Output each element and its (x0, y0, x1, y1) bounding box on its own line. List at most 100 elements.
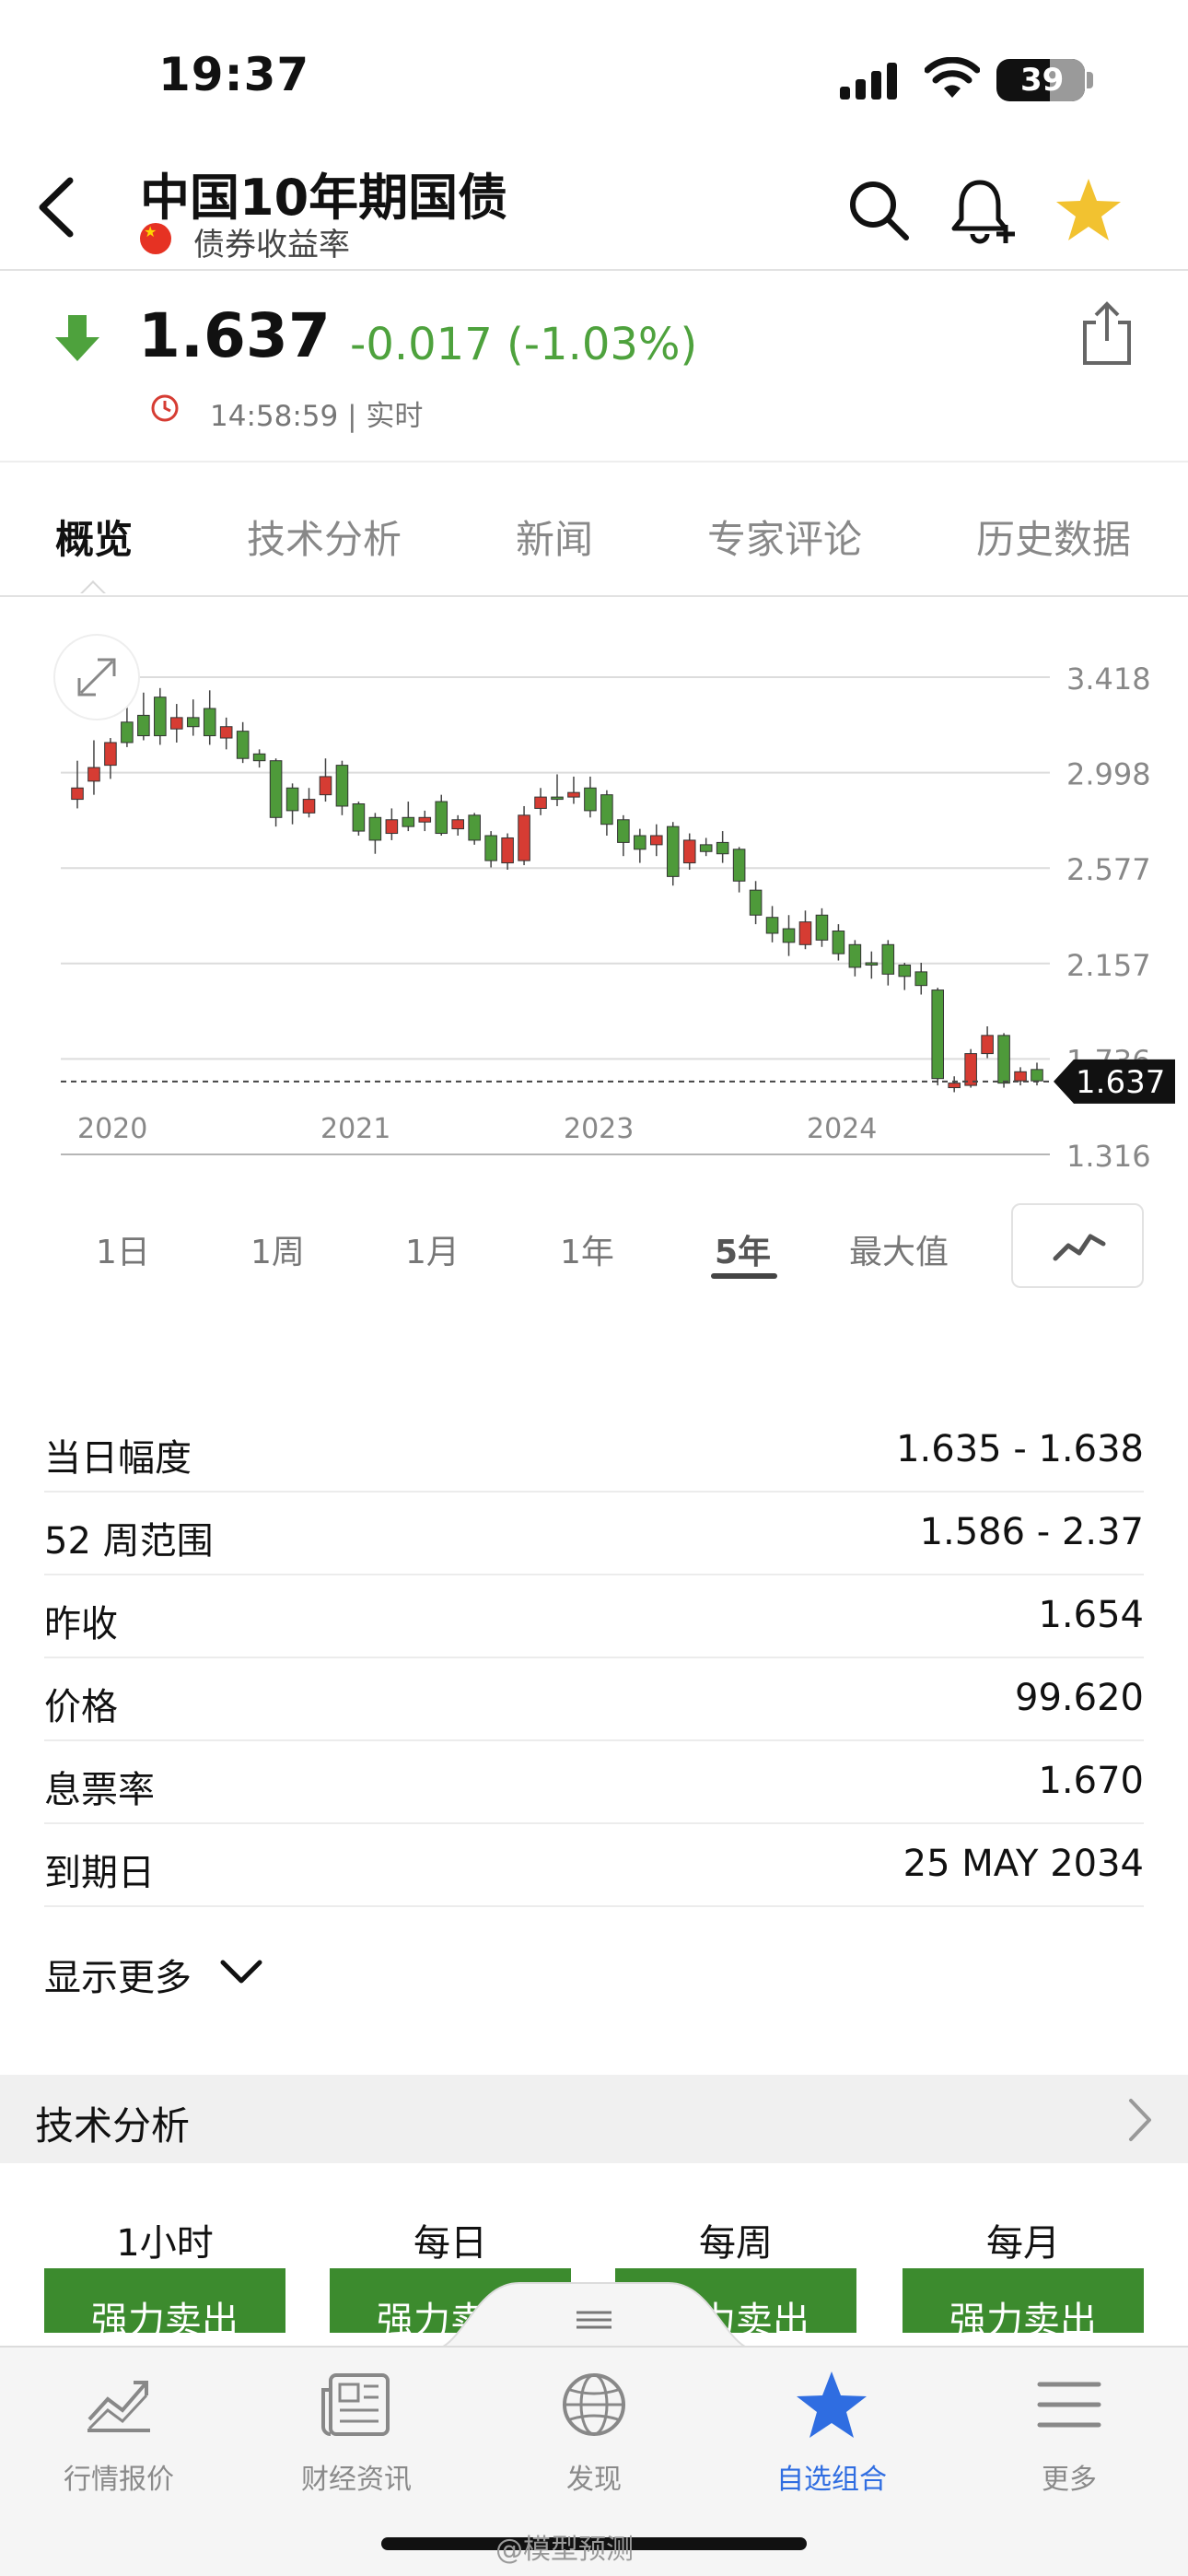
candle-body (567, 791, 580, 798)
stat-value: 1.635 - 1.638 (896, 1428, 1144, 1470)
x-tick-label: 2023 (564, 1113, 634, 1145)
stat-label: 息票率 (44, 1769, 155, 1811)
tabbar-label: 财经资讯 (301, 2464, 412, 2496)
bell-plus-icon[interactable] (949, 175, 1019, 245)
quote-timestamp: 14:58:59 | 实时 (210, 400, 424, 433)
candle-body (832, 931, 845, 954)
menu-icon (1037, 2382, 1101, 2428)
signal-text: 强力卖出 (949, 2300, 1097, 2333)
candle-body (749, 889, 763, 916)
chart-trend-icon (87, 2381, 150, 2432)
range-1d[interactable]: 1日 (96, 1225, 150, 1273)
chevron-right-icon (1129, 2099, 1151, 2141)
candle-body (418, 816, 432, 823)
signal-text: 强力卖出 (91, 2300, 239, 2333)
stat-value: 1.586 - 2.37 (919, 1511, 1144, 1553)
tab-overview[interactable]: 概览 (55, 509, 133, 565)
y-tick-label: 2.157 (1066, 948, 1151, 983)
signal-badge: 强力卖出 (903, 2268, 1144, 2333)
candle-body (285, 787, 299, 812)
range-max[interactable]: 最大值 (849, 1225, 949, 1273)
candle-body (137, 714, 150, 737)
tab-technical[interactable]: 技术分析 (247, 509, 402, 565)
share-icon[interactable] (1077, 300, 1136, 367)
candle-body (236, 731, 250, 759)
timeframe-monthly[interactable]: 每月 (903, 2213, 1144, 2266)
tabbar-quotes[interactable]: 行情报价 (0, 2348, 238, 2513)
timeframe-1h[interactable]: 1小时 (44, 2213, 285, 2266)
range-1m[interactable]: 1月 (405, 1225, 460, 1273)
candle-body (584, 787, 597, 812)
price-change: -0.017 (-1.03%) (350, 319, 698, 370)
candle-body (368, 816, 382, 841)
tabbar-discover[interactable]: 发现 (475, 2348, 713, 2513)
tabbar-watchlist[interactable]: 自选组合 (713, 2348, 950, 2513)
candle-body (948, 1083, 961, 1089)
expand-arrows-icon[interactable] (55, 636, 138, 719)
status-bar: 19:37 39 (0, 0, 1188, 147)
candle-body (435, 801, 448, 835)
candle-body (302, 799, 316, 814)
instrument-subtitle: 债券收益率 (193, 227, 350, 263)
candle-body (352, 803, 366, 832)
tabbar-label: 自选组合 (776, 2464, 887, 2496)
candle-body (1031, 1069, 1043, 1082)
candle-body (71, 787, 84, 801)
candle-body (170, 717, 183, 730)
candle-body (716, 841, 729, 855)
candle-body (666, 825, 680, 877)
candle-body (484, 835, 497, 861)
candle-body (914, 971, 928, 987)
star-icon (797, 2371, 867, 2438)
y-tick-label: 1.316 (1066, 1139, 1151, 1174)
clock-icon (151, 394, 179, 422)
candle-body (1014, 1071, 1027, 1082)
candle-body (848, 943, 862, 968)
tab-expert-comments[interactable]: 专家评论 (707, 509, 862, 565)
line-chart-icon (1053, 1234, 1106, 1261)
stat-label: 52 周范围 (44, 1520, 214, 1563)
candle-body (551, 796, 564, 801)
stat-value: 25 MAY 2034 (903, 1843, 1144, 1885)
active-range-underline (711, 1273, 777, 1279)
tabbar-news[interactable]: 财经资讯 (238, 2348, 475, 2513)
stat-label: 到期日 (44, 1852, 155, 1894)
timeframe-daily[interactable]: 每日 (330, 2213, 571, 2266)
x-tick-label: 2020 (77, 1113, 147, 1145)
technical-summary-header[interactable]: 技术分析 (0, 2075, 1188, 2163)
battery-tip (1087, 72, 1093, 88)
battery-level: 39 (1020, 62, 1065, 99)
candle-body (468, 814, 481, 841)
tabbar-more[interactable]: 更多 (950, 2348, 1188, 2513)
price-chart[interactable]: 3.4182.9982.5772.1571.7361.3162020202120… (0, 599, 1188, 1188)
candle-body (154, 697, 167, 737)
tab-news[interactable]: 新闻 (516, 509, 593, 565)
drawer-handle[interactable] (427, 2276, 761, 2351)
search-icon[interactable] (844, 175, 914, 245)
range-5y[interactable]: 5年 (715, 1225, 771, 1273)
candle-body (269, 760, 283, 818)
chevron-down-icon[interactable] (219, 1959, 263, 1986)
candle-body (650, 835, 663, 846)
candle-body (335, 765, 349, 807)
candle-body (319, 776, 332, 796)
stat-row: 到期日 25 MAY 2034 (44, 1824, 1144, 1907)
chart-type-button[interactable] (1011, 1203, 1144, 1288)
favorite-star-icon[interactable] (1054, 175, 1124, 245)
range-1w[interactable]: 1周 (250, 1225, 305, 1273)
show-more-button[interactable]: 显示更多 (44, 1948, 192, 2001)
stat-value: 1.654 (1038, 1594, 1144, 1636)
y-tick-label: 2.998 (1066, 757, 1151, 792)
candle-body (634, 835, 646, 850)
range-1y[interactable]: 1年 (560, 1225, 614, 1273)
candle-body (402, 816, 415, 827)
tab-historical-data[interactable]: 历史数据 (976, 509, 1131, 565)
chevron-left-icon[interactable] (31, 175, 87, 240)
globe-icon (563, 2373, 625, 2436)
candle-body (732, 849, 746, 882)
timeframe-weekly[interactable]: 每周 (615, 2213, 856, 2266)
stat-row: 当日幅度 1.635 - 1.638 (44, 1410, 1144, 1493)
candle-body (219, 726, 233, 739)
technical-title: 技术分析 (35, 2103, 191, 2149)
candle-body (931, 989, 944, 1080)
